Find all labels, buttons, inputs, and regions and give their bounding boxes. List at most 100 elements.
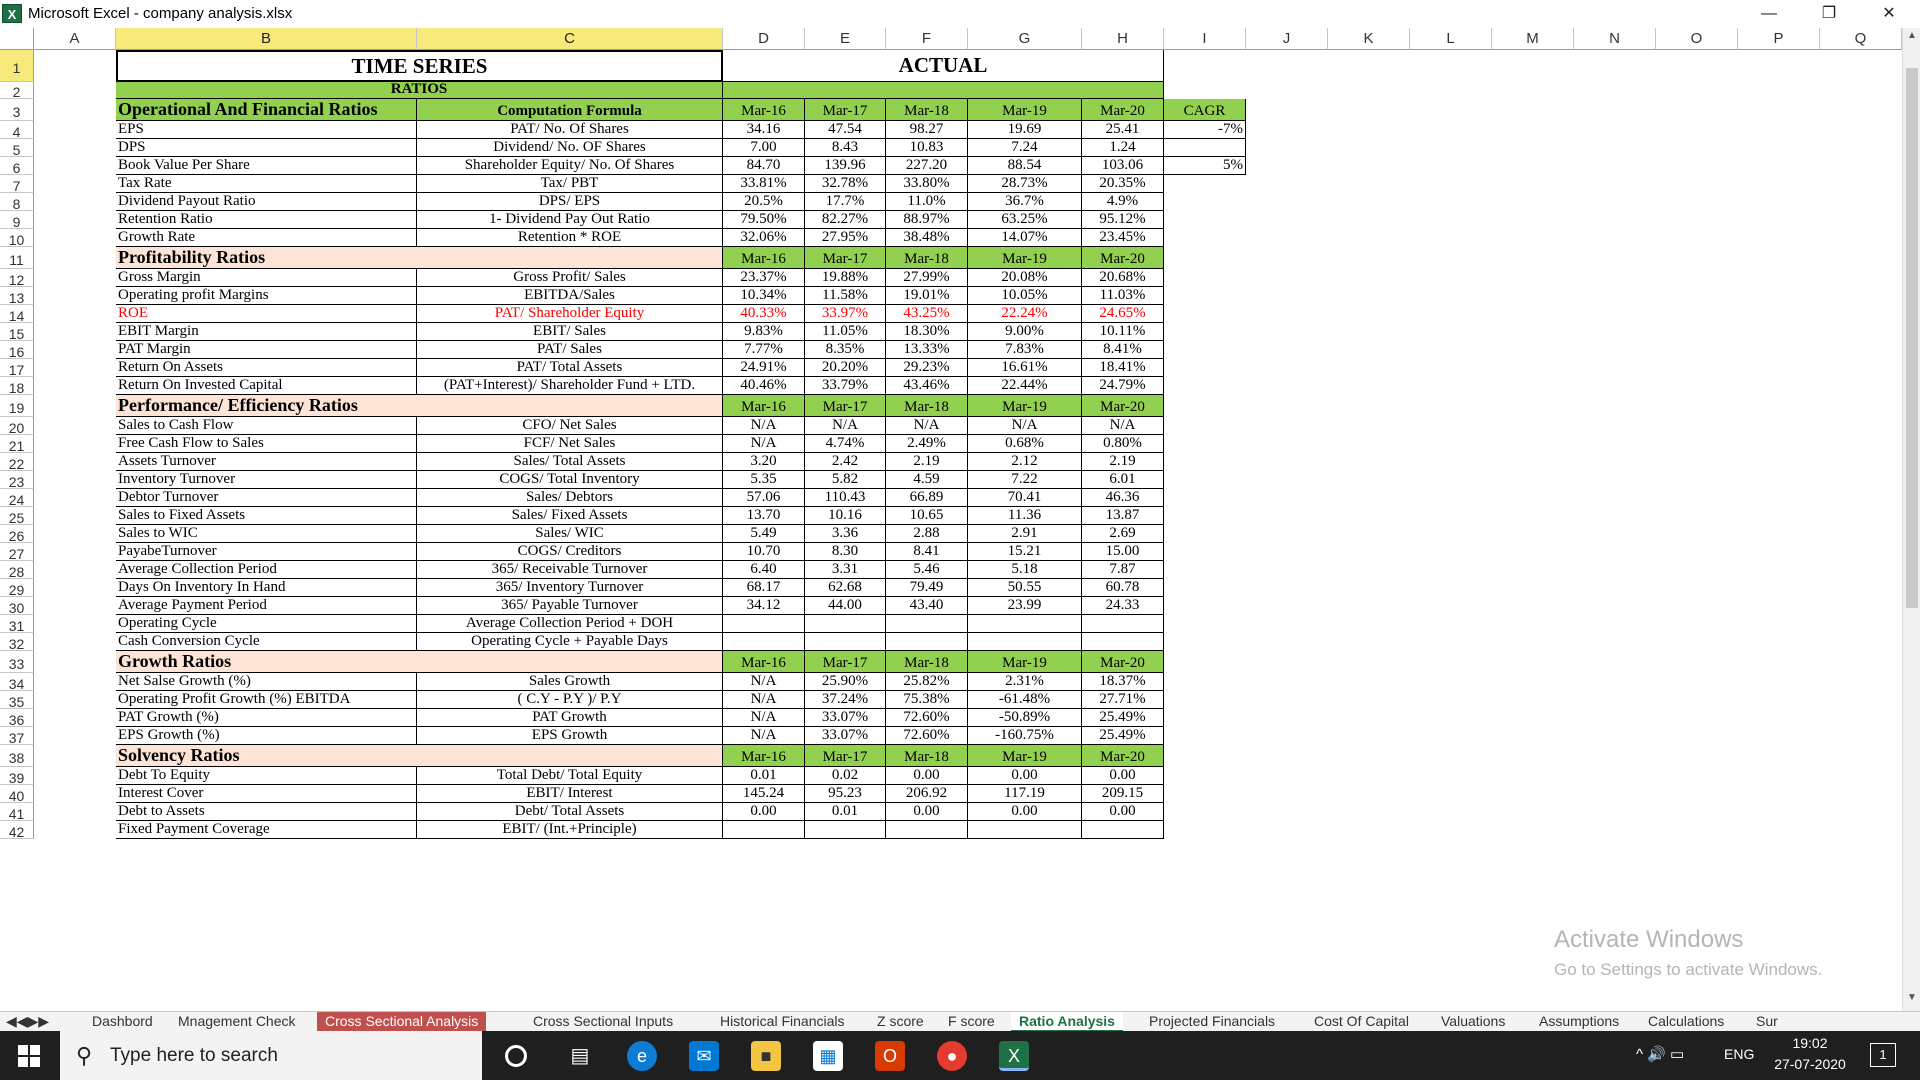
value-cell[interactable]: 4.59 (886, 471, 968, 489)
value-cell[interactable]: -61.48% (968, 691, 1082, 709)
year-header[interactable]: Mar-20 (1082, 745, 1164, 767)
row-header-41[interactable]: 41 (0, 803, 34, 822)
value-cell[interactable]: 27.71% (1082, 691, 1164, 709)
row-header-22[interactable]: 22 (0, 453, 34, 472)
value-cell[interactable]: 0.68% (968, 435, 1082, 453)
tab-mnagement-check[interactable]: Mnagement Check (170, 1012, 304, 1032)
year-header[interactable]: Mar-17 (805, 99, 886, 121)
clock-date[interactable]: 27-07-2020 (1770, 1056, 1850, 1072)
value-cell[interactable]: 25.41 (1082, 121, 1164, 139)
year-header[interactable]: Mar-19 (968, 745, 1082, 767)
formula-header[interactable]: Computation Formula (417, 99, 723, 121)
row-label[interactable]: Operating profit Margins (116, 287, 417, 305)
tab-sur[interactable]: Sur (1748, 1012, 1786, 1032)
row-label[interactable]: Gross Margin (116, 269, 417, 287)
value-cell[interactable]: 14.07% (968, 229, 1082, 247)
year-header[interactable]: Mar-16 (723, 651, 805, 673)
minimize-button[interactable]: — (1746, 0, 1792, 28)
row-label[interactable]: EPS (116, 121, 417, 139)
value-cell[interactable]: 2.88 (886, 525, 968, 543)
value-cell[interactable]: 139.96 (805, 157, 886, 175)
value-cell[interactable]: 6.01 (1082, 471, 1164, 489)
row-label[interactable]: PAT Margin (116, 341, 417, 359)
row-label[interactable]: EBIT Margin (116, 323, 417, 341)
row-header-1[interactable]: 1 (0, 50, 34, 82)
value-cell[interactable]: 5.46 (886, 561, 968, 579)
value-cell[interactable]: 13.70 (723, 507, 805, 525)
column-header-f[interactable]: F (886, 28, 968, 50)
row-label[interactable]: Interest Cover (116, 785, 417, 803)
value-cell[interactable]: 28.73% (968, 175, 1082, 193)
value-cell[interactable]: 10.70 (723, 543, 805, 561)
row-header-32[interactable]: 32 (0, 633, 34, 652)
section-title[interactable]: Performance/ Efficiency Ratios (116, 395, 723, 417)
value-cell[interactable]: 95.23 (805, 785, 886, 803)
value-cell[interactable] (968, 633, 1082, 651)
value-cell[interactable]: N/A (723, 691, 805, 709)
row-formula[interactable]: PAT/ No. Of Shares (417, 121, 723, 139)
year-header[interactable]: Mar-19 (968, 651, 1082, 673)
row-label[interactable]: Debt to Assets (116, 803, 417, 821)
row-header-10[interactable]: 10 (0, 229, 34, 248)
system-tray-icons[interactable]: ^ 🔊 ▭ (1636, 1045, 1684, 1063)
row-label[interactable]: Return On Assets (116, 359, 417, 377)
time-series-banner[interactable]: TIME SERIES (116, 50, 723, 82)
column-header-l[interactable]: L (1410, 28, 1492, 50)
value-cell[interactable]: 33.81% (723, 175, 805, 193)
value-cell[interactable]: 46.36 (1082, 489, 1164, 507)
value-cell[interactable]: 9.83% (723, 323, 805, 341)
scroll-down-icon[interactable]: ▼ (1903, 992, 1920, 1003)
ratios-header[interactable]: RATIOS (116, 82, 723, 99)
value-cell[interactable]: 11.0% (886, 193, 968, 211)
value-cell[interactable]: 0.00 (968, 767, 1082, 785)
value-cell[interactable]: 68.17 (723, 579, 805, 597)
value-cell[interactable]: N/A (968, 417, 1082, 435)
row-label[interactable]: Net Salse Growth (%) (116, 673, 417, 691)
row-formula[interactable]: (PAT+Interest)/ Shareholder Fund + LTD. (417, 377, 723, 395)
row-formula[interactable]: 1- Dividend Pay Out Ratio (417, 211, 723, 229)
tab-historical-financials[interactable]: Historical Financials (712, 1012, 852, 1032)
row-label[interactable]: Operating Profit Growth (%) EBITDA (116, 691, 417, 709)
column-header-h[interactable]: H (1082, 28, 1164, 50)
value-cell[interactable]: 75.38% (886, 691, 968, 709)
value-cell[interactable] (886, 821, 968, 839)
actual-green-band[interactable] (723, 82, 1164, 99)
row-header-36[interactable]: 36 (0, 709, 34, 728)
row-label[interactable]: Operating Cycle (116, 615, 417, 633)
value-cell[interactable]: 10.65 (886, 507, 968, 525)
row-formula[interactable]: DPS/ EPS (417, 193, 723, 211)
year-header[interactable]: Mar-20 (1082, 651, 1164, 673)
row-header-17[interactable]: 17 (0, 359, 34, 378)
value-cell[interactable]: 88.97% (886, 211, 968, 229)
year-header[interactable]: Mar-16 (723, 745, 805, 767)
value-cell[interactable]: 43.25% (886, 305, 968, 323)
row-header-33[interactable]: 33 (0, 651, 34, 673)
row-label[interactable]: Tax Rate (116, 175, 417, 193)
row-formula[interactable]: Operating Cycle + Payable Days (417, 633, 723, 651)
value-cell[interactable]: 25.90% (805, 673, 886, 691)
row-header-37[interactable]: 37 (0, 727, 34, 746)
value-cell[interactable]: 11.03% (1082, 287, 1164, 305)
value-cell[interactable]: 24.65% (1082, 305, 1164, 323)
value-cell[interactable]: 22.44% (968, 377, 1082, 395)
value-cell[interactable] (1082, 633, 1164, 651)
value-cell[interactable]: 50.55 (968, 579, 1082, 597)
value-cell[interactable] (723, 633, 805, 651)
value-cell[interactable]: 20.35% (1082, 175, 1164, 193)
value-cell[interactable]: 8.35% (805, 341, 886, 359)
row-label[interactable]: Book Value Per Share (116, 157, 417, 175)
row-formula[interactable]: PAT/ Total Assets (417, 359, 723, 377)
value-cell[interactable]: 27.99% (886, 269, 968, 287)
tab-assumptions[interactable]: Assumptions (1531, 1012, 1627, 1032)
value-cell[interactable] (968, 821, 1082, 839)
value-cell[interactable] (886, 615, 968, 633)
edge-icon[interactable]: e (627, 1041, 657, 1071)
chrome-icon[interactable]: ● (937, 1041, 967, 1071)
row-label[interactable]: Debt To Equity (116, 767, 417, 785)
value-cell[interactable]: 25.49% (1082, 727, 1164, 745)
value-cell[interactable]: 44.00 (805, 597, 886, 615)
year-header[interactable]: Mar-19 (968, 247, 1082, 269)
column-header-b[interactable]: B (116, 28, 417, 50)
scroll-thumb[interactable] (1906, 68, 1918, 608)
scroll-up-icon[interactable]: ▲ (1903, 30, 1920, 41)
